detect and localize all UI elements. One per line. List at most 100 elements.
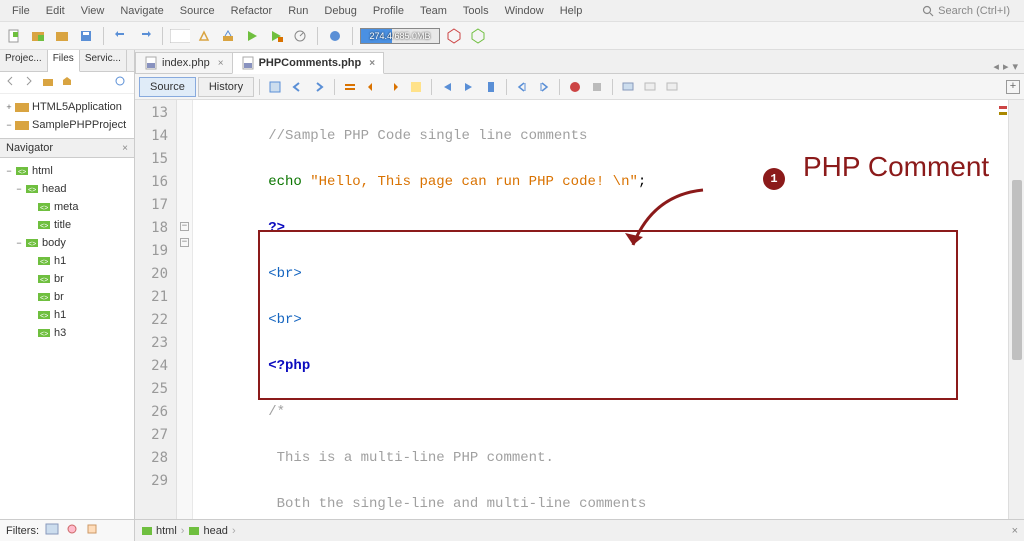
up-icon[interactable] bbox=[42, 75, 58, 91]
history-view-button[interactable]: History bbox=[198, 77, 254, 97]
scrollbar-thumb[interactable] bbox=[1012, 180, 1022, 360]
back-icon[interactable] bbox=[287, 77, 307, 97]
open-button[interactable] bbox=[52, 26, 72, 46]
editor-tab-phpcomments[interactable]: PHPComments.php × bbox=[232, 52, 385, 74]
filter-fields-icon[interactable] bbox=[45, 523, 59, 538]
undo-button[interactable] bbox=[111, 26, 131, 46]
filter-inherited-icon[interactable] bbox=[85, 523, 99, 538]
filters-bar: Filters: bbox=[0, 519, 134, 541]
global-search[interactable]: Search (Ctrl+I) bbox=[922, 5, 1020, 17]
navigator-node[interactable]: <>title bbox=[2, 216, 132, 234]
menu-help[interactable]: Help bbox=[552, 2, 591, 20]
filter-static-icon[interactable] bbox=[65, 523, 79, 538]
close-icon[interactable]: × bbox=[1012, 525, 1018, 537]
fold-toggle[interactable]: − bbox=[180, 222, 189, 231]
navigator-node[interactable]: <>h1 bbox=[2, 252, 132, 270]
run-button[interactable] bbox=[242, 26, 262, 46]
menu-navigate[interactable]: Navigate bbox=[112, 2, 171, 20]
code-content[interactable]: //Sample PHP Code single line comments e… bbox=[193, 100, 1024, 519]
add-editor-button[interactable]: + bbox=[1006, 80, 1020, 94]
scroll-right-icon[interactable]: ▸ bbox=[1003, 60, 1009, 73]
menu-edit[interactable]: Edit bbox=[38, 2, 73, 20]
debug-button[interactable] bbox=[266, 26, 286, 46]
config-dropdown[interactable] bbox=[170, 26, 190, 46]
find-selection-icon[interactable] bbox=[340, 77, 360, 97]
navigator-node[interactable]: −<>body bbox=[2, 234, 132, 252]
menu-window[interactable]: Window bbox=[497, 2, 552, 20]
profiler-button[interactable] bbox=[468, 26, 488, 46]
new-file-button[interactable] bbox=[4, 26, 24, 46]
breadcrumb-item[interactable]: head bbox=[188, 525, 227, 537]
menubar: File Edit View Navigate Source Refactor … bbox=[0, 0, 1024, 22]
scroll-left-icon[interactable]: ◂ bbox=[993, 60, 999, 73]
code-editor[interactable]: 1314151617181920212223242526272829 − − /… bbox=[135, 100, 1024, 519]
close-icon[interactable]: × bbox=[122, 143, 128, 154]
breadcrumb-bar: html › head › × bbox=[135, 519, 1024, 541]
navigator-header: Navigator × bbox=[0, 138, 134, 158]
menu-profile[interactable]: Profile bbox=[365, 2, 412, 20]
toggle-highlight-icon[interactable] bbox=[406, 77, 426, 97]
new-project-button[interactable] bbox=[28, 26, 48, 46]
source-view-button[interactable]: Source bbox=[139, 77, 196, 97]
project-node[interactable]: − SamplePHPProject bbox=[2, 116, 132, 134]
build-button[interactable] bbox=[194, 26, 214, 46]
tab-projects[interactable]: Projec... bbox=[0, 50, 48, 71]
find-next-icon[interactable] bbox=[384, 77, 404, 97]
uncomment-icon[interactable] bbox=[640, 77, 660, 97]
files-toolbar bbox=[0, 72, 134, 94]
editor-tab-index[interactable]: index.php × bbox=[135, 52, 233, 73]
shift-right-icon[interactable] bbox=[534, 77, 554, 97]
find-prev-icon[interactable] bbox=[362, 77, 382, 97]
tab-services[interactable]: Servic... bbox=[80, 50, 127, 71]
menu-tools[interactable]: Tools bbox=[455, 2, 497, 20]
project-node[interactable]: + HTML5Application bbox=[2, 98, 132, 116]
files-tree: + HTML5Application − SamplePHPProject bbox=[0, 94, 134, 138]
tab-files[interactable]: Files bbox=[48, 50, 80, 72]
gc-button[interactable] bbox=[444, 26, 464, 46]
tab-close-icon[interactable]: × bbox=[369, 58, 375, 69]
clean-build-button[interactable] bbox=[218, 26, 238, 46]
tag-icon: <> bbox=[36, 290, 52, 304]
forward-icon[interactable] bbox=[309, 77, 329, 97]
menu-file[interactable]: File bbox=[4, 2, 38, 20]
tab-list-icon[interactable]: ▾ bbox=[1012, 60, 1018, 73]
save-all-button[interactable] bbox=[76, 26, 96, 46]
last-edit-icon[interactable] bbox=[265, 77, 285, 97]
back-icon[interactable] bbox=[4, 75, 20, 91]
navigator-node[interactable]: −<>head bbox=[2, 180, 132, 198]
navigator-node[interactable]: −<>html bbox=[2, 162, 132, 180]
next-bookmark-icon[interactable] bbox=[459, 77, 479, 97]
menu-source[interactable]: Source bbox=[172, 2, 223, 20]
forward-icon[interactable] bbox=[23, 75, 39, 91]
memory-meter[interactable]: 274.4/685.0MB bbox=[360, 28, 440, 44]
sync-icon[interactable] bbox=[114, 75, 130, 91]
tab-close-icon[interactable]: × bbox=[218, 58, 224, 69]
redo-button[interactable] bbox=[135, 26, 155, 46]
menu-team[interactable]: Team bbox=[412, 2, 455, 20]
menu-refactor[interactable]: Refactor bbox=[223, 2, 281, 20]
menu-run[interactable]: Run bbox=[280, 2, 316, 20]
navigator-node[interactable]: <>meta bbox=[2, 198, 132, 216]
svg-text:<>: <> bbox=[18, 169, 26, 176]
fold-toggle[interactable]: − bbox=[180, 238, 189, 247]
navigator-node[interactable]: <>h1 bbox=[2, 306, 132, 324]
start-macro-icon[interactable] bbox=[565, 77, 585, 97]
menu-debug[interactable]: Debug bbox=[316, 2, 364, 20]
shift-left-icon[interactable] bbox=[512, 77, 532, 97]
breadcrumb-item[interactable]: html bbox=[141, 525, 177, 537]
home-icon[interactable] bbox=[61, 75, 77, 91]
navigator-node[interactable]: <>br bbox=[2, 270, 132, 288]
uncomment-icon2[interactable] bbox=[662, 77, 682, 97]
vertical-scrollbar[interactable] bbox=[1008, 100, 1024, 519]
left-panel: Projec... Files Servic... + HTML5Applica… bbox=[0, 50, 135, 541]
browser-button[interactable] bbox=[325, 26, 345, 46]
toggle-bookmark-icon[interactable] bbox=[481, 77, 501, 97]
navigator-node[interactable]: <>h3 bbox=[2, 324, 132, 342]
comment-icon[interactable] bbox=[618, 77, 638, 97]
tag-icon: <> bbox=[36, 218, 52, 232]
menu-view[interactable]: View bbox=[73, 2, 113, 20]
stop-macro-icon[interactable] bbox=[587, 77, 607, 97]
prev-bookmark-icon[interactable] bbox=[437, 77, 457, 97]
navigator-node[interactable]: <>br bbox=[2, 288, 132, 306]
profile-button[interactable] bbox=[290, 26, 310, 46]
